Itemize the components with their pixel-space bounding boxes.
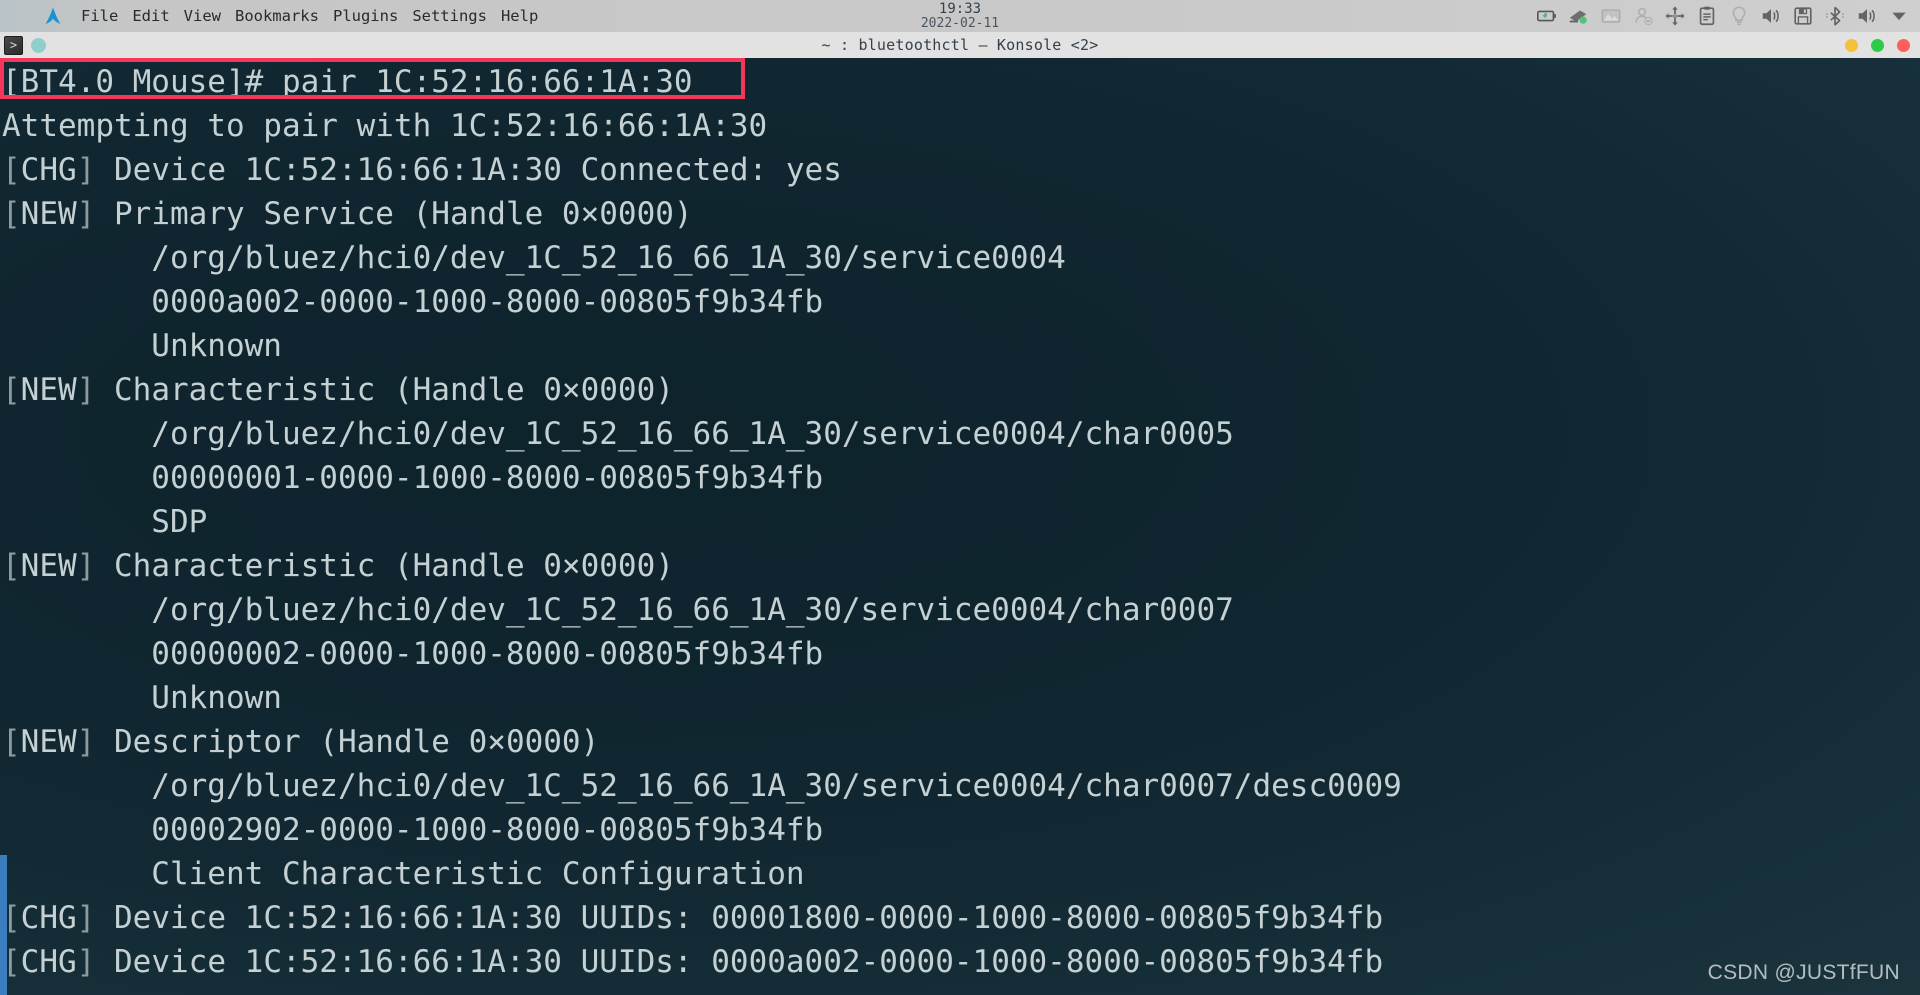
terminal-text-segment: /org/bluez/hci0/dev_1C_52_16_66_1A_30/se… — [2, 416, 1234, 452]
terminal-text-segment: Characteristic (Handle 0×0000) — [95, 548, 674, 584]
menu-file[interactable]: File — [74, 4, 125, 28]
terminal-text-segment: Device 1C:52:16:66:1A:30 UUIDs: 00001800… — [95, 900, 1384, 936]
terminal-line: [NEW] Characteristic (Handle 0×0000) — [0, 544, 1920, 588]
clock-time: 19:33 — [938, 0, 982, 17]
terminal-view[interactable]: [BT4.0 Mouse]# pair 1C:52:16:66:1A:30 Att… — [0, 58, 1920, 995]
terminal-text-segment: NEW — [20, 372, 77, 408]
desktop-screen: File Edit View Bookmarks Plugins Setting… — [0, 0, 1920, 995]
removable-media-icon[interactable] — [1792, 5, 1814, 27]
global-menu-panel: File Edit View Bookmarks Plugins Setting… — [0, 0, 1920, 32]
terminal-text-segment: ] — [76, 900, 96, 936]
terminal-text-segment: Unknown — [2, 680, 282, 716]
terminal-text-segment: ] — [76, 724, 96, 760]
clipboard-icon[interactable] — [1696, 5, 1718, 27]
menu-help[interactable]: Help — [494, 4, 545, 28]
terminal-text-segment: [BT4.0 Mouse]# pair 1C:52:16:66:1A:30 — [2, 64, 693, 100]
terminal-text-segment: Attempting to pair with 1C:52:16:66:1A:3… — [2, 108, 768, 144]
terminal-text-segment: ] — [76, 944, 96, 980]
maximize-button[interactable] — [1871, 38, 1884, 52]
terminal-text-segment: 0000a002-0000-1000-8000-00805f9b34fb — [2, 284, 824, 320]
terminal-line: [NEW] Primary Service (Handle 0×0000) — [0, 192, 1920, 236]
terminal-text-segment: Device 1C:52:16:66:1A:30 Connected: yes — [95, 152, 842, 188]
terminal-text-segment: Primary Service (Handle 0×0000) — [95, 196, 693, 232]
volume-icon[interactable] — [1856, 5, 1878, 27]
terminal-text-segment: Device 1C:52:16:66:1A:30 UUIDs: 0000a002… — [95, 944, 1384, 980]
terminal-text-segment: Client Characteristic Configuration — [2, 856, 805, 892]
terminal-text-segment: 00002902-0000-1000-8000-00805f9b34fb — [2, 812, 824, 848]
terminal-line: 00000001-0000-1000-8000-00805f9b34fb — [0, 456, 1920, 500]
menu-bookmarks[interactable]: Bookmarks — [228, 4, 326, 28]
terminal-line: [NEW] Characteristic (Handle 0×0000) — [0, 368, 1920, 412]
minimize-button[interactable] — [1845, 38, 1858, 52]
window-title: ~ : bluetoothctl — Konsole <2> — [821, 36, 1099, 54]
terminal-output: [BT4.0 Mouse]# pair 1C:52:16:66:1A:30 Att… — [0, 58, 1920, 984]
terminal-line: /org/bluez/hci0/dev_1C_52_16_66_1A_30/se… — [0, 236, 1920, 280]
terminal-text-segment: SDP — [2, 504, 208, 540]
battery-icon[interactable] — [1536, 5, 1558, 27]
terminal-text-segment: NEW — [20, 724, 77, 760]
menu-edit[interactable]: Edit — [125, 4, 176, 28]
terminal-text-segment: ] — [76, 372, 96, 408]
terminal-text-segment: CHG — [20, 900, 77, 936]
terminal-line: 00002902-0000-1000-8000-00805f9b34fb — [0, 808, 1920, 852]
window-titlebar[interactable]: > ~ : bluetoothctl — Konsole <2> — [0, 32, 1920, 58]
terminal-text-segment: 00000002-0000-1000-8000-00805f9b34fb — [2, 636, 824, 672]
move-arrows-icon[interactable] — [1664, 5, 1686, 27]
terminal-line: 0000a002-0000-1000-8000-00805f9b34fb — [0, 280, 1920, 324]
user-offline-icon[interactable] — [1632, 5, 1654, 27]
terminal-text-segment: Unknown — [2, 328, 282, 364]
terminal-text-segment: ] — [76, 152, 96, 188]
terminal-text-segment: /org/bluez/hci0/dev_1C_52_16_66_1A_30/se… — [2, 240, 1066, 276]
close-button[interactable] — [1897, 38, 1910, 52]
terminal-line: /org/bluez/hci0/dev_1C_52_16_66_1A_30/se… — [0, 588, 1920, 632]
terminal-line: Unknown — [0, 676, 1920, 720]
terminal-line: [NEW] Descriptor (Handle 0×0000) — [0, 720, 1920, 764]
panel-left-group: File Edit View Bookmarks Plugins Setting… — [0, 0, 545, 32]
terminal-text-segment: 00000001-0000-1000-8000-00805f9b34fb — [2, 460, 824, 496]
terminal-text-segment: ] — [76, 548, 96, 584]
terminal-line: Client Characteristic Configuration — [0, 852, 1920, 896]
terminal-line: /org/bluez/hci0/dev_1C_52_16_66_1A_30/se… — [0, 764, 1920, 808]
terminal-text-segment: /org/bluez/hci0/dev_1C_52_16_66_1A_30/se… — [2, 592, 1234, 628]
lightbulb-icon[interactable] — [1728, 5, 1750, 27]
menu-view[interactable]: View — [177, 4, 228, 28]
terminal-line: Unknown — [0, 324, 1920, 368]
terminal-line: [CHG] Device 1C:52:16:66:1A:30 UUIDs: 00… — [0, 940, 1920, 984]
clock-date: 2022-02-11 — [920, 15, 1000, 31]
terminal-text-segment: Characteristic (Handle 0×0000) — [95, 372, 674, 408]
menu-plugins[interactable]: Plugins — [326, 4, 405, 28]
menu-settings[interactable]: Settings — [405, 4, 494, 28]
network-connected-icon[interactable] — [1568, 5, 1590, 27]
system-tray — [1536, 0, 1914, 32]
bluetooth-icon[interactable] — [1824, 5, 1846, 27]
terminal-line: [CHG] Device 1C:52:16:66:1A:30 Connected… — [0, 148, 1920, 192]
terminal-text-segment: NEW — [20, 196, 77, 232]
arch-logo-icon[interactable] — [42, 5, 64, 27]
terminal-text-segment: CHG — [20, 944, 77, 980]
terminal-line: [BT4.0 Mouse]# pair 1C:52:16:66:1A:30 — [0, 60, 1920, 104]
window-controls — [1845, 32, 1910, 58]
terminal-line: Attempting to pair with 1C:52:16:66:1A:3… — [0, 104, 1920, 148]
terminal-text-segment: Descriptor (Handle 0×0000) — [95, 724, 600, 760]
terminal-text-segment: NEW — [20, 548, 77, 584]
terminal-text-segment: /org/bluez/hci0/dev_1C_52_16_66_1A_30/se… — [2, 768, 1402, 804]
terminal-line: SDP — [0, 500, 1920, 544]
watermark-label: CSDN @JUSTfFUN — [1707, 961, 1900, 984]
terminal-text-segment: CHG — [20, 152, 77, 188]
terminal-line: [CHG] Device 1C:52:16:66:1A:30 UUIDs: 00… — [0, 896, 1920, 940]
terminal-scrollbar[interactable] — [0, 58, 7, 995]
image-viewer-icon[interactable] — [1600, 5, 1622, 27]
terminal-line: /org/bluez/hci0/dev_1C_52_16_66_1A_30/se… — [0, 412, 1920, 456]
terminal-line: 00000002-0000-1000-8000-00805f9b34fb — [0, 632, 1920, 676]
scrollbar-thumb[interactable] — [0, 855, 7, 995]
chevron-down-icon[interactable] — [1888, 5, 1910, 27]
terminal-text-segment: ] — [76, 196, 96, 232]
volume-icon[interactable] — [1760, 5, 1782, 27]
